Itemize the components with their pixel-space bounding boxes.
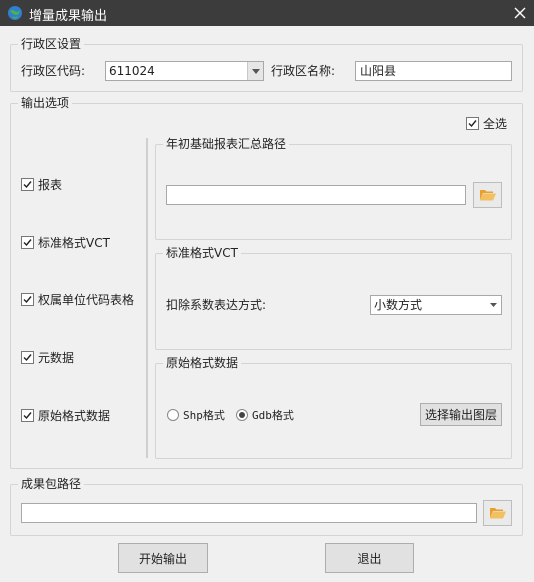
globe-app-icon xyxy=(8,6,22,20)
option-metadata-checkbox[interactable]: 元数据 xyxy=(21,349,74,366)
option-report-checkbox[interactable]: 报表 xyxy=(21,176,62,193)
folder-open-icon xyxy=(479,190,496,201)
option-ownership-label: 权属单位代码表格 xyxy=(38,293,135,307)
option-raw-data-checkbox[interactable]: 原始格式数据 xyxy=(21,407,110,424)
option-ownership-checkbox[interactable]: 权属单位代码表格 xyxy=(21,291,134,308)
output-options-legend: 输出选项 xyxy=(18,96,73,110)
deduct-mode-dropdown-arrow[interactable] xyxy=(485,296,501,314)
title-bar: 增量成果输出 xyxy=(0,0,534,26)
gdb-format-label: Gdb格式 xyxy=(252,409,294,422)
deduct-mode-select[interactable]: 小数方式 xyxy=(370,295,502,315)
option-report-box xyxy=(21,178,34,191)
chevron-down-icon xyxy=(251,68,260,74)
report-path-browse-button[interactable] xyxy=(473,182,502,208)
close-icon xyxy=(514,7,526,19)
region-settings-legend: 行政区设置 xyxy=(18,37,85,51)
shp-format-label: Shp格式 xyxy=(183,409,225,422)
check-icon xyxy=(23,354,32,362)
region-code-label: 行政区代码: xyxy=(21,64,86,78)
folder-open-icon xyxy=(489,508,506,519)
check-icon xyxy=(23,239,32,247)
option-metadata-box xyxy=(21,351,34,364)
shp-format-dot xyxy=(167,409,179,421)
result-path-field[interactable] xyxy=(21,503,477,523)
option-metadata-label: 元数据 xyxy=(38,351,75,365)
option-vct-checkbox[interactable]: 标准格式VCT xyxy=(21,234,110,251)
result-path-browse-button[interactable] xyxy=(483,500,512,526)
region-code-dropdown-arrow[interactable] xyxy=(247,62,263,80)
options-divider xyxy=(146,138,148,458)
option-report-label: 报表 xyxy=(38,178,63,192)
start-output-button[interactable]: 开始输出 xyxy=(118,543,208,573)
window-title: 增量成果输出 xyxy=(29,9,108,24)
check-icon xyxy=(468,120,477,128)
option-ownership-box xyxy=(21,293,34,306)
select-all-checkbox[interactable]: 全选 xyxy=(466,115,507,132)
report-path-legend: 年初基础报表汇总路径 xyxy=(163,137,290,151)
region-code-value: 611024 xyxy=(109,64,155,78)
shp-format-radio[interactable]: Shp格式 xyxy=(167,407,225,423)
option-vct-label: 标准格式VCT xyxy=(38,236,110,250)
gdb-format-dot xyxy=(236,409,248,421)
select-all-label: 全选 xyxy=(483,117,508,131)
radio-selected-indicator xyxy=(239,412,245,418)
region-name-field[interactable]: 山阳县 xyxy=(355,61,512,81)
raw-data-legend: 原始格式数据 xyxy=(163,356,242,370)
chevron-down-icon xyxy=(489,303,497,307)
exit-button[interactable]: 退出 xyxy=(325,543,414,573)
result-path-legend: 成果包路径 xyxy=(18,477,85,491)
vct-legend: 标准格式VCT xyxy=(163,246,241,260)
check-icon xyxy=(23,412,32,420)
gdb-format-radio[interactable]: Gdb格式 xyxy=(236,407,294,423)
select-all-box xyxy=(466,117,479,130)
deduct-mode-label: 扣除系数表达方式: xyxy=(166,298,267,312)
check-icon xyxy=(23,296,32,304)
option-raw-data-box xyxy=(21,409,34,422)
option-raw-data-label: 原始格式数据 xyxy=(38,409,111,423)
deduct-mode-value: 小数方式 xyxy=(374,298,423,312)
region-name-label: 行政区名称: xyxy=(271,64,336,78)
region-code-combo[interactable]: 611024 xyxy=(105,61,264,81)
select-output-layers-button[interactable]: 选择输出图层 xyxy=(420,403,502,426)
check-icon xyxy=(23,181,32,189)
close-button[interactable] xyxy=(506,0,534,26)
report-path-field[interactable] xyxy=(166,185,466,205)
option-vct-box xyxy=(21,236,34,249)
